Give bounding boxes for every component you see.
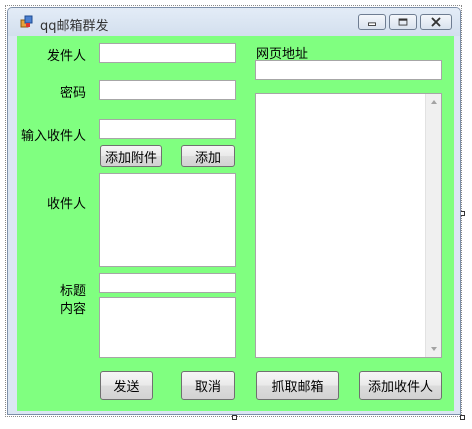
password-input[interactable] [99,80,236,100]
sender-label: 发件人 [46,49,86,64]
add-attachment-button[interactable]: 添加附件 [100,145,162,167]
recipients-label: 收件人 [46,197,86,212]
maximize-button[interactable] [389,14,417,30]
minimize-icon [368,22,376,26]
subject-input[interactable] [99,273,236,293]
vertical-scrollbar[interactable] [425,94,441,357]
app-icon [20,15,33,28]
send-button[interactable]: 发送 [100,371,153,400]
close-button[interactable] [420,14,452,30]
minimize-button[interactable] [358,14,386,30]
scroll-up-icon[interactable] [431,100,437,104]
url-input[interactable] [255,60,442,80]
recipients-list[interactable] [99,173,236,267]
add-button[interactable]: 添加 [181,145,235,167]
content-label: 内容 [59,302,86,317]
recipient-input[interactable] [99,119,236,139]
maximize-icon [398,18,408,26]
fetch-email-button[interactable]: 抓取邮箱 [256,371,339,400]
subject-label: 标题 [59,284,86,299]
close-icon [431,17,441,27]
cancel-button[interactable]: 取消 [181,371,235,400]
resize-grip-bottom[interactable] [232,415,237,420]
content-input[interactable] [99,297,236,358]
window-title: qq邮箱群发 [40,19,109,34]
password-label: 密码 [59,86,86,101]
scroll-down-icon[interactable] [431,347,437,351]
sender-input[interactable] [99,43,236,63]
resize-grip-corner[interactable] [460,415,465,420]
page-text-box[interactable] [255,93,442,358]
recipient-input-label: 输入收件人 [20,129,86,144]
add-recipient-button[interactable]: 添加收件人 [359,371,442,400]
